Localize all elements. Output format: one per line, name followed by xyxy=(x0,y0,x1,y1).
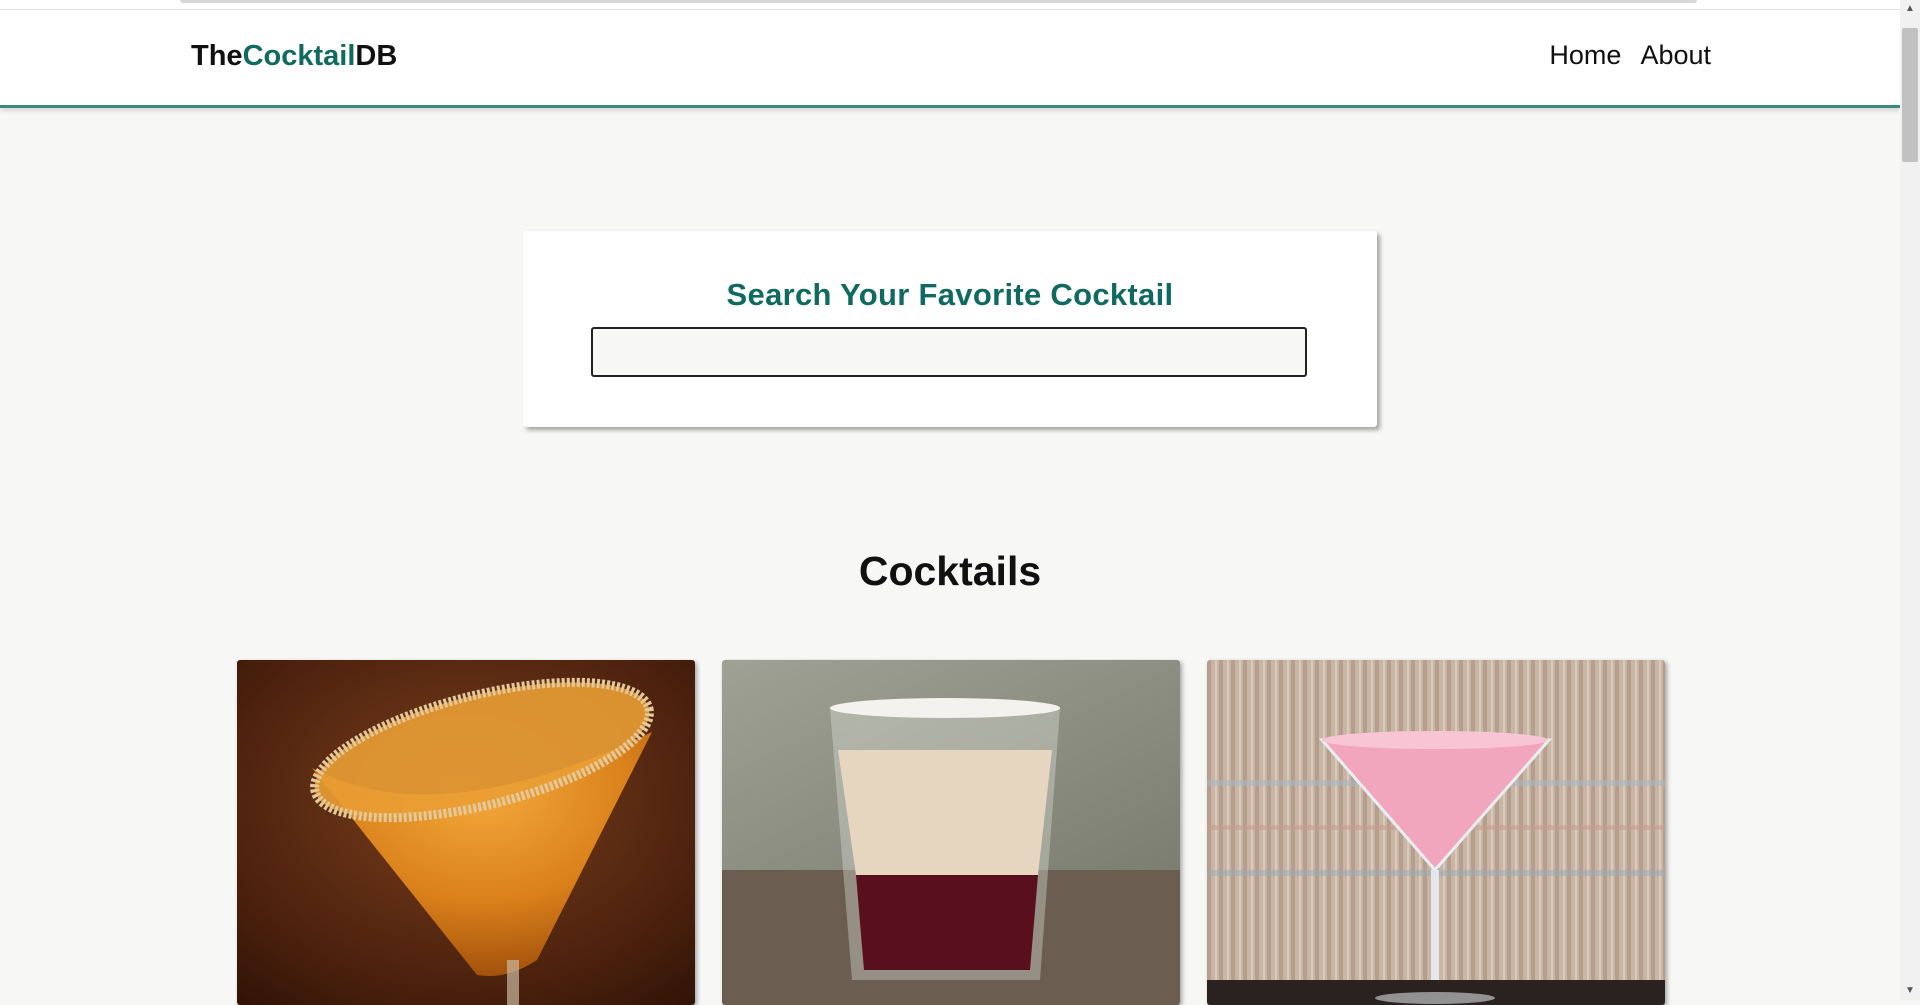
cocktails-heading: Cocktails xyxy=(858,548,1042,594)
cocktail-card-1[interactable] xyxy=(237,660,695,1005)
scroll-thumb[interactable] xyxy=(1902,28,1918,162)
nav-link-home[interactable]: Home xyxy=(1549,40,1621,71)
logo-suffix: DB xyxy=(355,40,398,72)
site-logo[interactable]: TheCocktailDB xyxy=(191,40,397,73)
cocktail-card-2[interactable] xyxy=(722,660,1180,1005)
navbar: TheCocktailDB Home About xyxy=(0,10,1900,108)
cocktail-image-2 xyxy=(722,660,1180,1005)
cocktail-image-1 xyxy=(237,660,695,1005)
search-input[interactable] xyxy=(591,327,1307,377)
search-title: Search Your Favorite Cocktail xyxy=(726,277,1174,312)
cocktail-image-3 xyxy=(1207,660,1665,1005)
nav-links: Home About xyxy=(1549,40,1711,71)
scroll-down-arrow-icon[interactable]: ▼ xyxy=(1900,982,1920,1000)
logo-prefix: The xyxy=(191,40,243,72)
nav-link-about[interactable]: About xyxy=(1640,40,1711,71)
page-scrollbar[interactable]: ▲ ▼ xyxy=(1900,0,1920,1000)
browser-tab-bar xyxy=(180,0,1697,3)
cocktail-card-3[interactable] xyxy=(1207,660,1665,1005)
browser-top-strip xyxy=(0,0,1900,10)
search-form: Search Your Favorite Cocktail xyxy=(523,231,1377,427)
logo-accent: Cocktail xyxy=(242,40,356,72)
scroll-up-arrow-icon[interactable]: ▲ xyxy=(1900,0,1920,18)
